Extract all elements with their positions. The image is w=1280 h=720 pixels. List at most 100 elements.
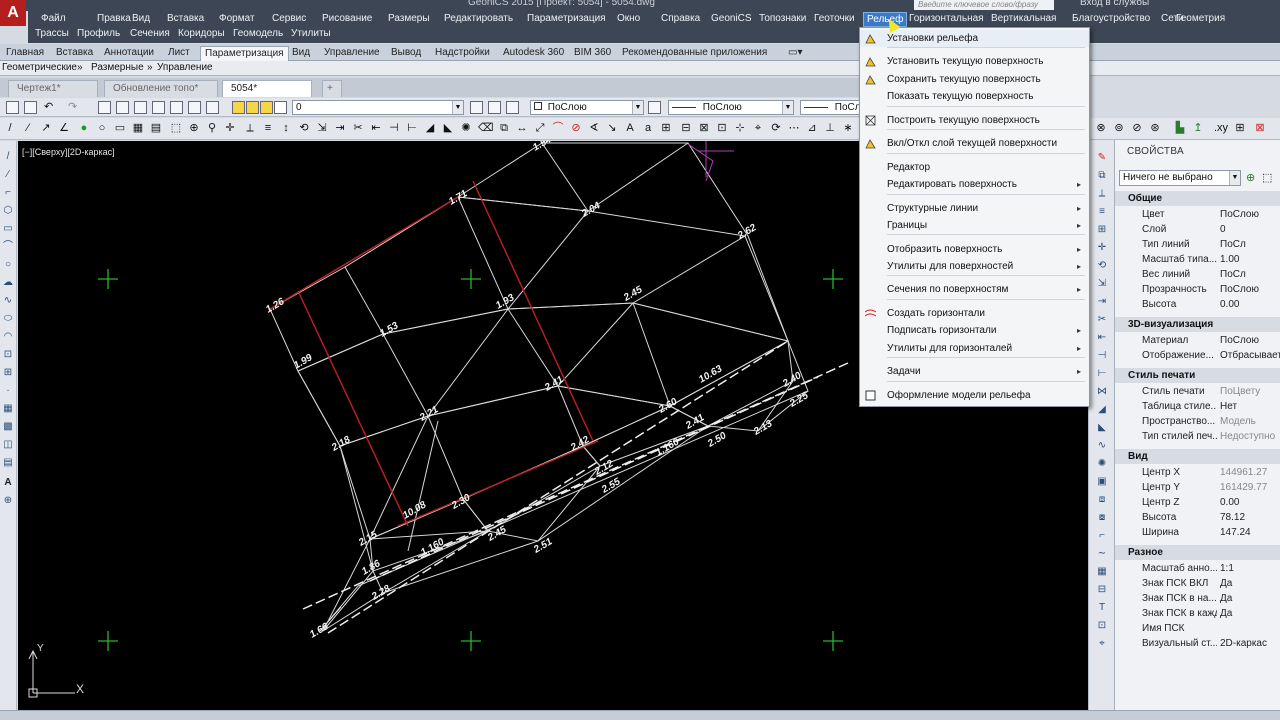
- ray-tool-icon[interactable]: ↗: [40, 122, 52, 134]
- ribbon-tab[interactable]: Надстройки: [431, 46, 494, 61]
- menu-item[interactable]: Профиль: [77, 28, 120, 39]
- trim-tool-icon[interactable]: ✂: [352, 122, 364, 134]
- menu-item[interactable]: Геомодель: [233, 28, 283, 39]
- explode-icon[interactable]: ✺: [1096, 458, 1108, 470]
- ribbon-tab[interactable]: Управление: [320, 46, 384, 61]
- layer-lock-icon[interactable]: [260, 101, 273, 114]
- table-icon[interactable]: ▤: [2, 457, 14, 469]
- view-top-icon[interactable]: [188, 101, 201, 114]
- view-front-icon[interactable]: [116, 101, 129, 114]
- relief-menu-item[interactable]: Редактировать поверхность ▸: [860, 176, 1089, 193]
- ucs-3point-icon[interactable]: ⊞: [1234, 122, 1246, 134]
- ellipse-arc-icon[interactable]: ◠: [2, 331, 14, 343]
- menu-item[interactable]: Вертикальная: [988, 12, 1059, 25]
- properties-section-header[interactable]: 3D-визуализация: [1115, 317, 1280, 332]
- view-side-icon[interactable]: [134, 101, 147, 114]
- copy-icon[interactable]: ⧉: [1096, 170, 1108, 182]
- insert-block-icon[interactable]: ⊡: [2, 349, 14, 361]
- selection-combo[interactable]: Ничего не выбрано ▼: [1119, 170, 1241, 186]
- property-row[interactable]: Ширина 147.24: [1115, 525, 1280, 540]
- menu-item[interactable]: Файл: [38, 12, 69, 25]
- match-properties-icon[interactable]: ⌖: [1096, 638, 1108, 650]
- property-row[interactable]: Цвет ПоСлою: [1115, 207, 1280, 222]
- region-icon[interactable]: ◫: [2, 439, 14, 451]
- rectangle-tool-icon[interactable]: ▭: [114, 122, 126, 134]
- ribbon-minimize-icon[interactable]: ▭▾: [784, 46, 806, 61]
- lineweight-combo[interactable]: ПоСло: [800, 100, 860, 115]
- match-layer-icon[interactable]: [488, 101, 501, 114]
- document-tab[interactable]: 5054*: [222, 80, 312, 97]
- break-icon[interactable]: ⊢: [1096, 368, 1108, 380]
- point-tool-icon[interactable]: ●: [78, 122, 90, 134]
- view-iso-icon[interactable]: [170, 101, 183, 114]
- relief-menu-item[interactable]: Создать горизонтали: [860, 305, 1089, 322]
- ungroup-icon[interactable]: ⧇: [1096, 512, 1108, 524]
- layer-manager-icon[interactable]: [470, 101, 483, 114]
- select-objects-icon[interactable]: ⬚: [1262, 171, 1272, 184]
- tolerance-tool-icon[interactable]: ⊡: [716, 122, 728, 134]
- text-tool-icon[interactable]: A: [624, 122, 636, 134]
- document-tab[interactable]: Чертеж1*: [8, 80, 98, 97]
- mirror-icon[interactable]: ⟂: [1096, 188, 1108, 200]
- ribbon-panel-button[interactable]: Размерные: [91, 62, 144, 73]
- mtext-tool-icon[interactable]: a: [642, 122, 654, 134]
- menu-item[interactable]: Формат: [216, 12, 258, 25]
- center-mark-icon[interactable]: ⊹: [734, 122, 746, 134]
- menu-item[interactable]: GeoniCS: [708, 12, 755, 25]
- polygon-icon[interactable]: ⬡: [2, 205, 14, 217]
- construction-line-icon[interactable]: ⁄: [22, 122, 34, 134]
- menu-item[interactable]: Размеры: [385, 12, 433, 25]
- relief-menu-item[interactable]: Утилиты для поверхностей ▸: [860, 258, 1089, 275]
- xline-icon[interactable]: ⁄: [2, 169, 14, 181]
- relief-menu-item[interactable]: Структурные линии ▸: [860, 200, 1089, 217]
- selection-combo-arrow-icon[interactable]: ▼: [1229, 171, 1240, 185]
- array-tool-icon[interactable]: ↕: [280, 122, 292, 134]
- trim-icon[interactable]: ✂: [1096, 314, 1108, 326]
- group-icon[interactable]: ⧈: [1096, 494, 1108, 506]
- snap-center-icon[interactable]: ⊚: [1113, 122, 1125, 134]
- move-tool-icon[interactable]: ✛: [224, 122, 236, 134]
- arc-icon[interactable]: ⌒: [2, 241, 14, 253]
- snap-node-icon[interactable]: ⊘: [1131, 122, 1143, 134]
- property-row[interactable]: Высота 78.12: [1115, 510, 1280, 525]
- ucs-world-icon[interactable]: ⊠: [1254, 122, 1266, 134]
- menu-item[interactable]: Утилиты: [291, 28, 331, 39]
- explode-tool-icon[interactable]: ✺: [460, 122, 472, 134]
- ribbon-tab[interactable]: Вывод: [387, 46, 425, 61]
- measure-tool-icon[interactable]: ⊿: [806, 122, 818, 134]
- layer-combo-arrow-icon[interactable]: ▼: [452, 101, 463, 114]
- relief-menu-item[interactable]: Подписать горизонтали ▸: [860, 322, 1089, 339]
- stretch-tool-icon[interactable]: ⇥: [334, 122, 346, 134]
- property-row[interactable]: Пространство... Модель: [1115, 414, 1280, 429]
- join-tool-icon[interactable]: ⊢: [406, 122, 418, 134]
- table-tool-icon[interactable]: ▤: [150, 122, 162, 134]
- ribbon-panel-button[interactable]: Управление: [157, 62, 213, 73]
- relief-menu-item[interactable]: Установить текущую поверхность: [860, 53, 1089, 70]
- ribbon-tab[interactable]: Вид: [288, 46, 314, 61]
- property-row[interactable]: Визуальный ст... 2D-каркас: [1115, 636, 1280, 651]
- snap-settings-icon[interactable]: ⊛: [1149, 122, 1161, 134]
- menu-item[interactable]: Вставка: [164, 12, 207, 25]
- menu-item[interactable]: Горизонтальная: [906, 12, 987, 25]
- redo-icon[interactable]: ↷: [68, 101, 81, 114]
- ribbon-tab[interactable]: Autodesk 360: [499, 46, 568, 61]
- linetype-combo-arrow-icon[interactable]: ▼: [782, 101, 793, 114]
- property-row[interactable]: Материал ПоСлою: [1115, 333, 1280, 348]
- relief-menu-item[interactable]: Сечения по поверхностям ▸: [860, 281, 1089, 298]
- dim-continue-icon[interactable]: ⊠: [698, 122, 710, 134]
- circle-tool-icon[interactable]: ○: [96, 122, 108, 134]
- property-row[interactable]: Знак ПСК в кажд...Да: [1115, 606, 1280, 621]
- print-icon[interactable]: [24, 101, 37, 114]
- stretch-icon[interactable]: ⇥: [1096, 296, 1108, 308]
- property-row[interactable]: Центр X 144961.27: [1115, 465, 1280, 480]
- copy-tool-icon[interactable]: ⧉: [498, 122, 510, 134]
- relief-menu-item[interactable]: Построить текущую поверхность: [860, 112, 1089, 129]
- layer-freeze-icon[interactable]: [246, 101, 259, 114]
- ribbon-tab[interactable]: Лист: [164, 46, 194, 61]
- menu-item[interactable]: Справка: [658, 12, 703, 25]
- menu-item[interactable]: Геометрия: [1173, 12, 1228, 25]
- erase-icon[interactable]: ✎: [1096, 152, 1108, 164]
- draworder-icon[interactable]: ▣: [1096, 476, 1108, 488]
- join-icon[interactable]: ⋈: [1096, 386, 1108, 398]
- color-combo-arrow-icon[interactable]: ▼: [632, 101, 643, 114]
